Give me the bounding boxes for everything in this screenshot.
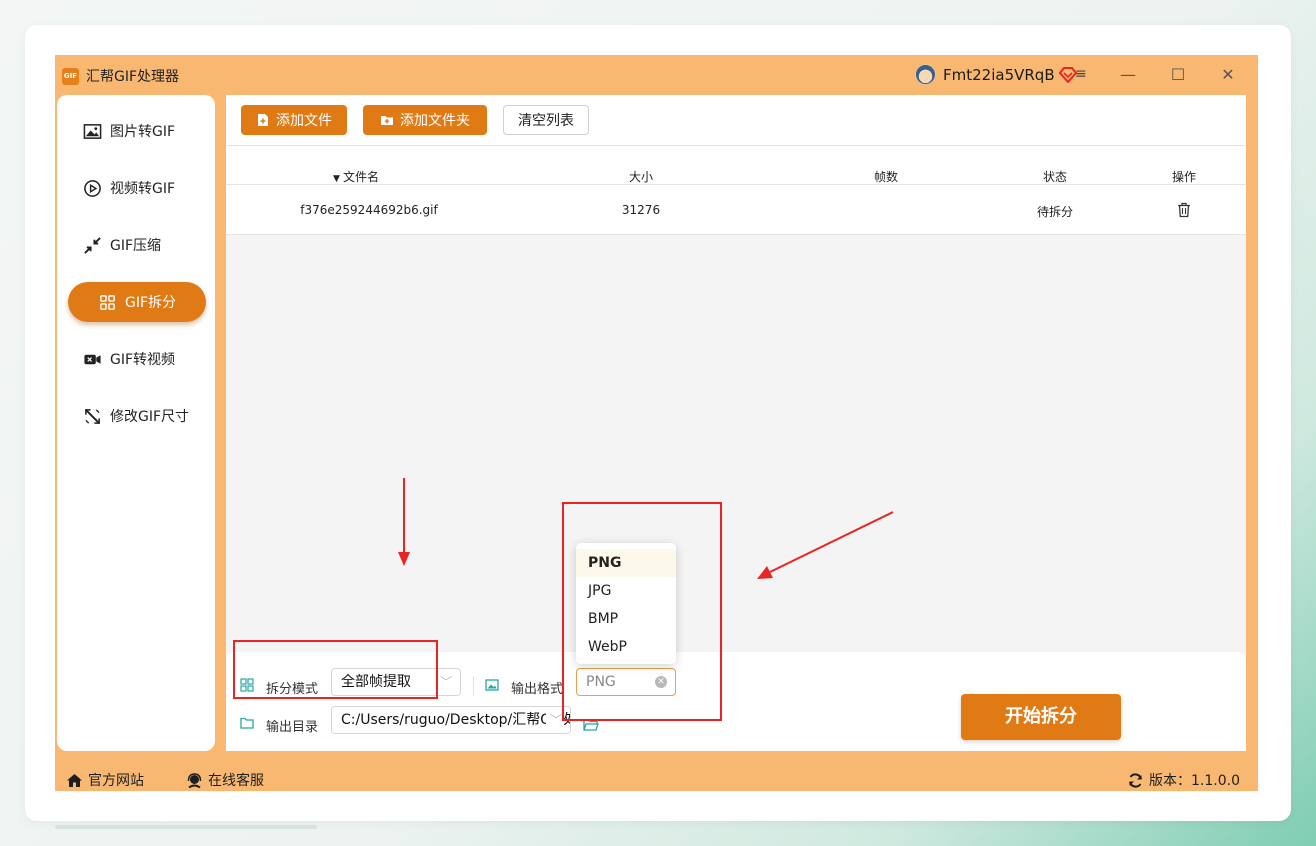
column-header-actions: 操作	[1171, 170, 1197, 184]
video-camera-icon	[84, 354, 101, 364]
app-title: 汇帮GIF处理器	[86, 69, 180, 85]
image-format-icon	[485, 679, 499, 691]
title-bar: GIF 汇帮GIF处理器 Fmt22ia5VRqB ≡ — ☐ ✕	[55, 55, 1258, 95]
user-avatar[interactable]	[915, 64, 936, 85]
image-icon	[83, 123, 102, 139]
add-folder-label: 添加文件夹	[400, 113, 470, 129]
folder-plus-icon	[381, 116, 393, 125]
sidebar-item-image-to-gif[interactable]: 图片转GIF	[68, 111, 206, 151]
file-plus-icon	[258, 114, 268, 126]
minimize-button[interactable]: —	[1114, 63, 1142, 87]
home-icon	[67, 773, 82, 787]
sidebar-item-label: 视频转GIF	[110, 181, 176, 197]
row-filename: f376e259244692b6.gif	[300, 203, 438, 217]
column-header-status: 状态	[1042, 170, 1068, 184]
clear-list-button[interactable]: 清空列表	[503, 105, 589, 135]
trash-icon[interactable]	[1177, 202, 1191, 218]
user-name[interactable]: Fmt22ia5VRqB	[943, 66, 1055, 84]
table-header: ▼ 文件名 大小 帧数 状态 操作	[226, 146, 1246, 185]
sidebar-item-label: GIF拆分	[125, 295, 177, 311]
add-file-button[interactable]: 添加文件	[241, 105, 347, 135]
version-label: 版本：1.1.0.0	[1149, 773, 1240, 789]
column-header-size: 大小	[628, 170, 654, 184]
app-logo-icon: GIF	[62, 68, 79, 85]
play-icon	[84, 179, 101, 197]
chevron-down-icon: ﹀	[439, 675, 452, 689]
chevron-down-icon: ﹀	[545, 707, 562, 733]
sidebar-item-label: 图片转GIF	[110, 124, 176, 140]
sidebar-item-label: GIF转视频	[110, 352, 176, 368]
row-size: 31276	[621, 203, 661, 217]
sidebar-item-label: GIF压缩	[110, 238, 162, 254]
row-status: 待拆分	[1036, 205, 1074, 219]
column-header-filename[interactable]: ▼ 文件名	[333, 168, 379, 185]
start-split-button[interactable]: 开始拆分	[961, 694, 1121, 740]
scroll-indicator	[55, 825, 317, 829]
menu-icon[interactable]: ≡	[1075, 66, 1087, 82]
sidebar-item-label: 修改GIF尺寸	[110, 409, 190, 425]
folder-icon	[240, 717, 254, 729]
website-label: 官方网站	[88, 773, 144, 789]
close-button[interactable]: ✕	[1214, 63, 1242, 87]
official-website-link[interactable]: 官方网站	[66, 770, 144, 790]
divider	[473, 676, 474, 696]
toolbar: 添加文件 添加文件夹 清空列表	[226, 95, 1246, 145]
split-icon	[100, 294, 115, 310]
file-table: ▼ 文件名 大小 帧数 状态 操作 f376e259244692b6.gif 31…	[226, 145, 1246, 235]
sidebar: 图片转GIF 视频转GIF GIF压缩 GIF拆分 GIF转视频 修改GIF尺寸	[57, 95, 215, 751]
output-dir-label: 输出目录	[266, 720, 319, 735]
annotation-box-split-mode	[233, 640, 438, 699]
sidebar-item-resize-gif[interactable]: 修改GIF尺寸	[68, 396, 206, 436]
support-label: 在线客服	[208, 773, 264, 789]
sidebar-item-gif-compress[interactable]: GIF压缩	[68, 225, 206, 265]
refresh-icon	[1129, 772, 1142, 788]
annotation-box-output-format	[562, 502, 722, 721]
output-dir-select[interactable]: C:/Users/ruguo/Desktop/汇帮GIF处理器 ﹀	[331, 706, 571, 734]
sidebar-item-gif-split[interactable]: GIF拆分	[68, 282, 206, 322]
column-header-frames: 帧数	[873, 170, 899, 184]
add-folder-button[interactable]: 添加文件夹	[363, 105, 487, 135]
sidebar-item-video-to-gif[interactable]: 视频转GIF	[68, 168, 206, 208]
headset-icon	[187, 772, 202, 788]
compress-icon	[84, 236, 101, 254]
resize-icon	[85, 408, 100, 424]
column-label: 文件名	[342, 170, 379, 184]
add-file-label: 添加文件	[276, 113, 332, 129]
output-dir-value: C:/Users/ruguo/Desktop/汇帮GIF处理器	[341, 712, 570, 728]
sidebar-item-gif-to-video[interactable]: GIF转视频	[68, 339, 206, 379]
output-format-label: 输出格式	[511, 682, 564, 697]
maximize-button[interactable]: ☐	[1164, 63, 1192, 87]
online-support-link[interactable]: 在线客服	[186, 770, 264, 790]
sort-arrow-icon: ▼	[333, 174, 340, 184]
version-info[interactable]: 版本：1.1.0.0	[1127, 770, 1240, 790]
